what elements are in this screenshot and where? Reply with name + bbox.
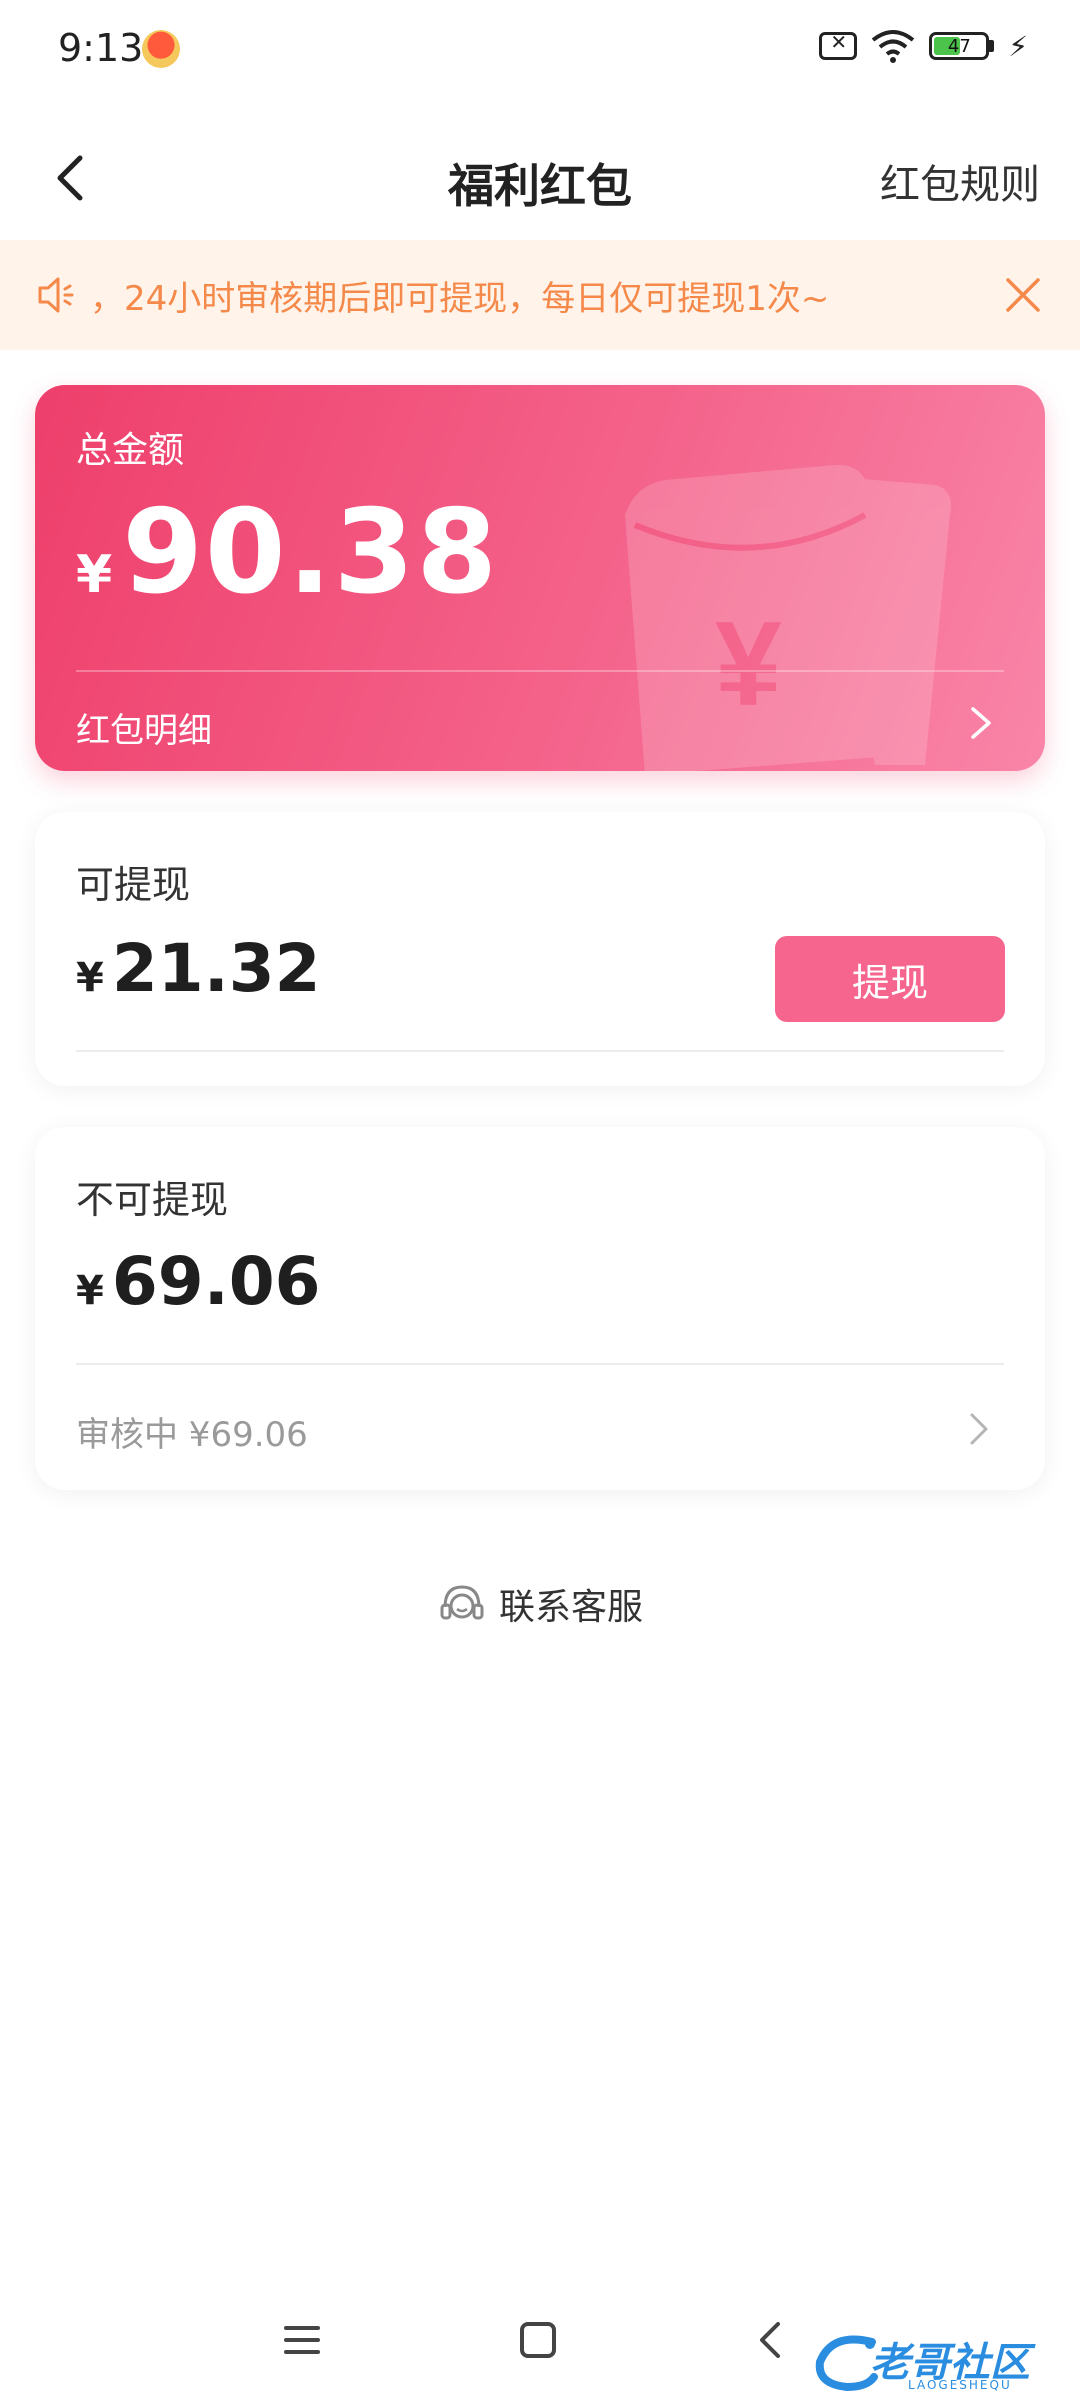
withdraw-button[interactable]: 提现 (775, 936, 1005, 1022)
chevron-right-icon (970, 1413, 988, 1445)
watermark: 老哥社区 LAOGESHEQU (812, 2330, 1062, 2400)
divider (76, 670, 1004, 672)
withdrawable-amount: ¥ 21.32 (76, 930, 321, 1007)
menu-icon[interactable] (282, 2320, 322, 2360)
battery-icon: 47 (929, 32, 990, 60)
contact-support-label: 联系客服 (498, 1587, 643, 1628)
non-withdrawable-amount-value: 69.06 (111, 1243, 321, 1320)
under-review-text: 审核中 ¥69.06 (76, 1414, 308, 1455)
total-amount: ¥ 90.38 (76, 485, 499, 620)
charging-icon: ⚡ (1008, 29, 1028, 63)
withdrawable-amount-value: 21.32 (111, 930, 321, 1007)
app-notification-icon (142, 30, 180, 68)
status-time: 9:13 (58, 26, 144, 70)
notice-text: ，24小时审核期后即可提现，每日仅可提现1次~ (90, 278, 830, 319)
non-withdrawable-label: 不可提现 (76, 1178, 229, 1222)
currency-symbol: ¥ (76, 955, 104, 1001)
nav-back-icon[interactable] (752, 2318, 788, 2362)
speaker-icon (38, 277, 74, 313)
withdrawable-card: 可提现 ¥ 21.32 提现 (35, 812, 1045, 1086)
under-review-row[interactable]: 审核中 ¥69.06 (76, 1403, 1004, 1459)
total-amount-label: 总金额 (76, 430, 185, 471)
status-icons: 47 ⚡ (819, 28, 1028, 64)
headset-icon (440, 1585, 484, 1620)
svg-text:¥: ¥ (715, 597, 782, 731)
currency-symbol: ¥ (76, 545, 113, 605)
watermark-subtext: LAOGESHEQU (908, 2378, 1012, 2392)
currency-symbol: ¥ (76, 1268, 104, 1314)
battery-level: 47 (947, 35, 971, 57)
divider (76, 1363, 1004, 1365)
divider (76, 1050, 1004, 1052)
status-bar: 9:13 47 ⚡ (0, 0, 1080, 100)
chevron-right-icon[interactable] (963, 703, 999, 743)
total-amount-value: 90.38 (122, 485, 500, 620)
non-withdrawable-card: 不可提现 ¥ 69.06 审核中 ¥69.06 (35, 1127, 1045, 1490)
red-packet-decoration: ¥ (625, 464, 951, 771)
withdrawable-label: 可提现 (76, 863, 191, 907)
total-amount-card: ¥ 总金额 ¥ 90.38 红包明细 (35, 385, 1045, 771)
home-icon[interactable] (518, 2320, 558, 2360)
no-sim-icon (819, 30, 858, 60)
red-packet-detail-link[interactable]: 红包明细 (76, 703, 212, 752)
header: 福利红包 红包规则 (0, 120, 1080, 240)
close-icon[interactable] (1000, 272, 1046, 318)
red-packet-rules-link[interactable]: 红包规则 (880, 152, 1040, 210)
non-withdrawable-amount: ¥ 69.06 (76, 1243, 321, 1320)
contact-support-link[interactable]: 联系客服 (0, 1578, 1080, 1630)
wifi-icon (872, 30, 915, 63)
notice-bar: ，24小时审核期后即可提现，每日仅可提现1次~ (0, 240, 1080, 350)
